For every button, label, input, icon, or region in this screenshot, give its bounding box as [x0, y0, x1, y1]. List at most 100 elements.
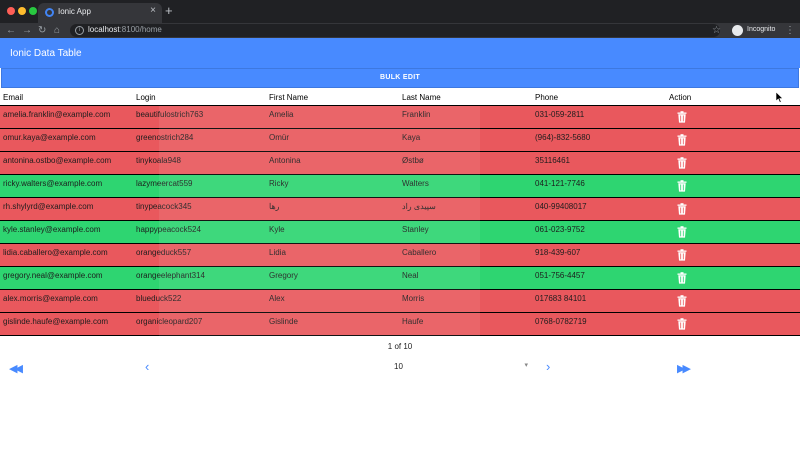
cell-login: orangeduck557: [136, 248, 192, 257]
column-header-email[interactable]: Email: [3, 93, 23, 102]
table-row[interactable]: omur.kaya@example.com greenostrich284 Omür…: [0, 129, 800, 152]
cell-email: gregory.neal@example.com: [3, 271, 103, 280]
cell-first-name: Kyle: [269, 225, 285, 234]
column-header-last-name[interactable]: Last Name: [402, 93, 441, 102]
bulk-edit-button[interactable]: BULK EDIT: [1, 68, 799, 88]
cell-phone: 031-059-2811: [535, 110, 585, 119]
delete-trash-icon[interactable]: [677, 249, 687, 261]
cell-login: tinykoala948: [136, 156, 181, 165]
cell-first-name: رها: [269, 202, 280, 211]
delete-trash-icon[interactable]: [677, 157, 687, 169]
new-tab-icon[interactable]: +: [165, 3, 173, 19]
cell-email: gislinde.haufe@example.com: [3, 317, 109, 326]
delete-trash-icon[interactable]: [677, 272, 687, 284]
table-row[interactable]: amelia.franklin@example.com beautifulostr…: [0, 106, 800, 129]
column-header-login[interactable]: Login: [136, 93, 156, 102]
tab-close-icon[interactable]: ×: [150, 5, 156, 16]
mouse-pointer-icon: [776, 92, 784, 103]
cell-first-name: Gislinde: [269, 317, 298, 326]
cell-phone: (964)-832-5680: [535, 133, 591, 142]
cell-email: antonina.ostbo@example.com: [3, 156, 112, 165]
cell-last-name: سپیدی راد: [402, 202, 436, 211]
tab-title: Ionic App: [58, 7, 91, 16]
browser-tab[interactable]: Ionic App ×: [38, 3, 162, 23]
cell-email: lidia.caballero@example.com: [3, 248, 108, 257]
browser-menu-icon[interactable]: ⋮: [785, 23, 795, 38]
cell-login: lazymeercat559: [136, 179, 193, 188]
table-row[interactable]: alex.morris@example.com blueduck522 Alex Mo…: [0, 290, 800, 313]
cell-email: kyle.stanley@example.com: [3, 225, 101, 234]
cell-login: beautifulostrich763: [136, 110, 204, 119]
delete-trash-icon[interactable]: [677, 111, 687, 123]
cell-last-name: Kaya: [402, 133, 421, 142]
forward-icon[interactable]: →: [22, 23, 32, 38]
table-row[interactable]: ricky.walters@example.com lazymeercat559 R…: [0, 175, 800, 198]
cell-email: ricky.walters@example.com: [3, 179, 103, 188]
cell-login: tinypeacock345: [136, 202, 192, 211]
cell-login: orangeelephant314: [136, 271, 205, 280]
cell-phone: 918-439-607: [535, 248, 581, 257]
delete-trash-icon[interactable]: [677, 226, 687, 238]
table-row[interactable]: kyle.stanley@example.com happypeacock524 K…: [0, 221, 800, 244]
window-close-icon[interactable]: [7, 7, 15, 15]
cell-phone: 017683 84101: [535, 294, 587, 303]
home-icon[interactable]: ⌂: [54, 23, 60, 38]
window-minimize-icon[interactable]: [18, 7, 26, 15]
browser-address-bar: ← → ↻ ⌂ i localhost:8100/home ☆ Incognit…: [0, 23, 800, 38]
cell-phone: 041-121-7746: [535, 179, 585, 188]
cell-first-name: Antonina: [269, 156, 301, 165]
incognito-label: Incognito: [747, 26, 776, 33]
cell-last-name: Østbø: [402, 156, 424, 165]
cell-last-name: Franklin: [402, 110, 431, 119]
cell-first-name: Lidia: [269, 248, 286, 257]
chevron-down-icon: ▾: [524, 362, 528, 369]
page-size-value: 10: [394, 362, 403, 371]
cell-last-name: Caballero: [402, 248, 437, 257]
back-icon[interactable]: ←: [6, 23, 16, 38]
delete-trash-icon[interactable]: [677, 134, 687, 146]
bookmark-star-icon[interactable]: ☆: [712, 23, 721, 38]
cell-last-name: Walters: [402, 179, 429, 188]
table-row[interactable]: gregory.neal@example.com orangeelephant31…: [0, 267, 800, 290]
browser-tab-bar: Ionic App × +: [0, 0, 800, 23]
cell-first-name: Gregory: [269, 271, 298, 280]
column-header-action: Action: [669, 93, 692, 102]
cell-login: greenostrich284: [136, 133, 194, 142]
cell-phone: 040-99408017: [535, 202, 587, 211]
cell-phone: 061-023-9752: [535, 225, 585, 234]
url-input[interactable]: i localhost:8100/home: [70, 24, 720, 37]
delete-trash-icon[interactable]: [677, 180, 687, 192]
ionic-favicon-icon: [45, 8, 54, 17]
reload-icon[interactable]: ↻: [38, 23, 46, 38]
cell-first-name: Amelia: [269, 110, 294, 119]
table-row[interactable]: gislinde.haufe@example.com organicleopard…: [0, 313, 800, 336]
last-page-icon[interactable]: ▶▶: [677, 362, 691, 375]
cell-first-name: Alex: [269, 294, 285, 303]
delete-trash-icon[interactable]: [677, 203, 687, 215]
delete-trash-icon[interactable]: [677, 295, 687, 307]
table-header: Email Login First Name Last Name Phone A…: [0, 90, 800, 106]
site-info-icon[interactable]: i: [75, 26, 84, 35]
next-page-icon[interactable]: ›: [546, 359, 550, 374]
cell-phone: 0768-0782719: [535, 317, 587, 326]
table-row[interactable]: antonina.ostbo@example.com tinykoala948 An…: [0, 152, 800, 175]
cell-last-name: Morris: [402, 294, 425, 303]
window-maximize-icon[interactable]: [29, 7, 37, 15]
previous-page-icon[interactable]: ‹: [145, 359, 149, 374]
delete-trash-icon[interactable]: [677, 318, 687, 330]
table-row[interactable]: lidia.caballero@example.com orangeduck557…: [0, 244, 800, 267]
cell-last-name: Stanley: [402, 225, 429, 234]
page-title: Ionic Data Table: [10, 48, 82, 59]
table-row[interactable]: rh.shylyrd@example.com tinypeacock345 رها س…: [0, 198, 800, 221]
column-header-first-name[interactable]: First Name: [269, 93, 308, 102]
cell-first-name: Omür: [269, 133, 289, 142]
page-size-select[interactable]: 10 ▾: [388, 360, 534, 374]
url-text: localhost:8100/home: [88, 25, 162, 34]
pagination-footer: 1 of 10 ◀◀ ‹ 10 ▾ › ▶▶: [0, 338, 800, 449]
app-toolbar: Ionic Data Table: [0, 38, 800, 68]
column-header-phone[interactable]: Phone: [535, 93, 558, 102]
incognito-icon[interactable]: [732, 25, 743, 36]
first-page-icon[interactable]: ◀◀: [9, 362, 23, 375]
page-indicator: 1 of 10: [387, 342, 413, 351]
cell-login: happypeacock524: [136, 225, 201, 234]
